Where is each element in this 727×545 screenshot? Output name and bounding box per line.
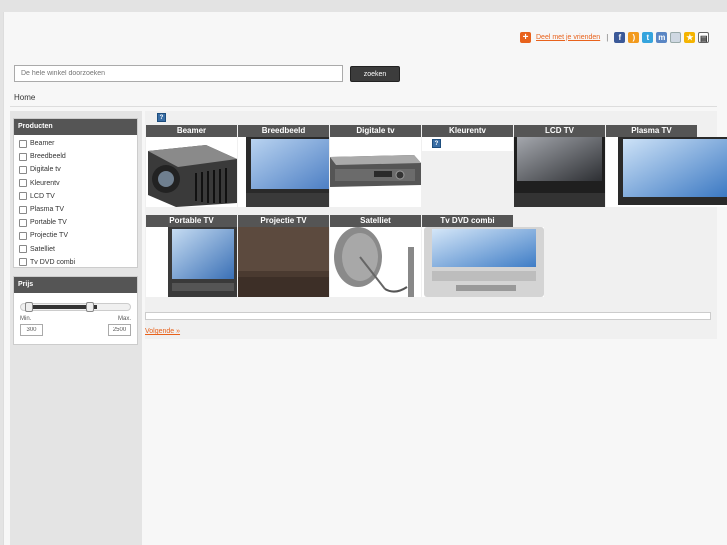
category-satelliet[interactable]: Satelliet	[14, 243, 137, 256]
tile-plasma-tv[interactable]: Plasma TV	[606, 125, 727, 207]
plasma-tv-image[interactable]	[606, 137, 727, 207]
price-slider[interactable]	[20, 302, 131, 312]
price-title: Prijs	[14, 277, 137, 293]
checkbox[interactable]	[19, 179, 27, 188]
tile-projectie-tv[interactable]: Projectie TV	[238, 215, 329, 297]
min-label: Min.	[20, 316, 32, 322]
lcd-tv-image[interactable]	[514, 137, 605, 207]
checkbox[interactable]	[19, 258, 27, 267]
next-page-link[interactable]: Volgende »	[145, 328, 180, 335]
tile-kleurentv[interactable]: Kleurentv ?	[422, 125, 513, 153]
breadcrumb-divider	[10, 106, 717, 107]
category-beamer[interactable]: Beamer	[14, 137, 137, 150]
search-bar: zoeken	[14, 65, 400, 82]
digitale-tv-image[interactable]	[330, 137, 421, 207]
products-title: Producten	[14, 119, 137, 135]
category-portable-tv[interactable]: Portable TV	[14, 216, 137, 229]
pager-bar	[145, 312, 711, 320]
tv-dvd-combi-image[interactable]	[422, 227, 544, 297]
tile-title: Beamer	[146, 125, 237, 137]
max-handle[interactable]	[86, 302, 95, 312]
sidebar: Producten Beamer Breedbeeld Digitale tv …	[10, 111, 142, 545]
facebook-icon[interactable]: f	[614, 31, 626, 43]
favorite-icon[interactable]: ★	[684, 31, 696, 43]
category-projectie-tv[interactable]: Projectie TV	[14, 229, 137, 242]
price-box: Prijs Min. Max.	[13, 276, 138, 345]
tile-digitale-tv[interactable]: Digitale tv	[330, 125, 421, 207]
breadcrumb[interactable]: Home	[14, 93, 35, 102]
products-box: Producten Beamer Breedbeeld Digitale tv …	[13, 118, 138, 268]
search-button[interactable]: zoeken	[350, 66, 400, 82]
rss-icon[interactable]: )	[628, 31, 640, 43]
tile-title: Breedbeeld	[238, 125, 329, 137]
tile-title: Projectie TV	[238, 215, 329, 227]
projectie-tv-image[interactable]	[238, 227, 329, 297]
tile-title: Kleurentv	[422, 125, 513, 137]
tile-title: Digitale tv	[330, 125, 421, 137]
tile-lcd-tv[interactable]: LCD TV	[514, 125, 605, 207]
tile-title: Plasma TV	[606, 125, 697, 137]
tile-tv-dvd-combi[interactable]: Tv DVD combi	[422, 215, 544, 297]
min-handle[interactable]	[25, 302, 34, 312]
checkbox[interactable]	[19, 165, 27, 174]
tile-satelliet[interactable]: Satelliet	[330, 215, 421, 297]
breedbeeld-image[interactable]	[238, 137, 329, 207]
beamer-image[interactable]	[146, 137, 237, 207]
checkbox[interactable]	[19, 245, 27, 254]
search-input[interactable]	[14, 65, 343, 82]
share-bar: + Deel met je vrienden | f ) t m ★ ▤	[520, 31, 710, 43]
max-price-input[interactable]	[108, 324, 131, 336]
category-tv-dvd-combi[interactable]: Tv DVD combi	[14, 256, 137, 269]
share-plus-icon[interactable]: +	[520, 31, 531, 43]
category-breedbeeld[interactable]: Breedbeeld	[14, 150, 137, 163]
share-link[interactable]: Deel met je vrienden	[536, 34, 600, 41]
tile-beamer[interactable]: Beamer	[146, 125, 237, 207]
checkbox[interactable]	[19, 139, 27, 148]
tile-title: Tv DVD combi	[422, 215, 513, 227]
help-icon[interactable]: ?	[157, 113, 166, 122]
checkbox[interactable]	[19, 192, 27, 201]
checkbox[interactable]	[19, 152, 27, 161]
email-icon[interactable]	[670, 31, 682, 43]
max-label: Max.	[117, 316, 131, 322]
satelliet-image[interactable]	[330, 227, 421, 297]
category-plasma-tv[interactable]: Plasma TV	[14, 203, 137, 216]
tile-title: LCD TV	[514, 125, 605, 137]
checkbox[interactable]	[19, 218, 27, 227]
portable-tv-image[interactable]	[146, 227, 237, 297]
myspace-icon[interactable]: m	[656, 31, 668, 43]
category-kleurentv[interactable]: Kleurentv	[14, 177, 137, 190]
category-lcd-tv[interactable]: LCD TV	[14, 190, 137, 203]
twitter-icon[interactable]: t	[642, 31, 654, 43]
tile-breedbeeld[interactable]: Breedbeeld	[238, 125, 329, 207]
tile-title: Portable TV	[146, 215, 237, 227]
tile-title: Satelliet	[330, 215, 421, 227]
min-price-input[interactable]	[20, 324, 43, 336]
missing-image-icon: ?	[432, 139, 441, 148]
category-digitale-tv[interactable]: Digitale tv	[14, 163, 137, 176]
share-separator: |	[606, 32, 609, 42]
kleurentv-image-missing[interactable]: ?	[422, 137, 513, 151]
tile-portable-tv[interactable]: Portable TV	[146, 215, 237, 297]
print-icon[interactable]: ▤	[698, 31, 710, 43]
checkbox[interactable]	[19, 231, 27, 240]
checkbox[interactable]	[19, 205, 27, 214]
